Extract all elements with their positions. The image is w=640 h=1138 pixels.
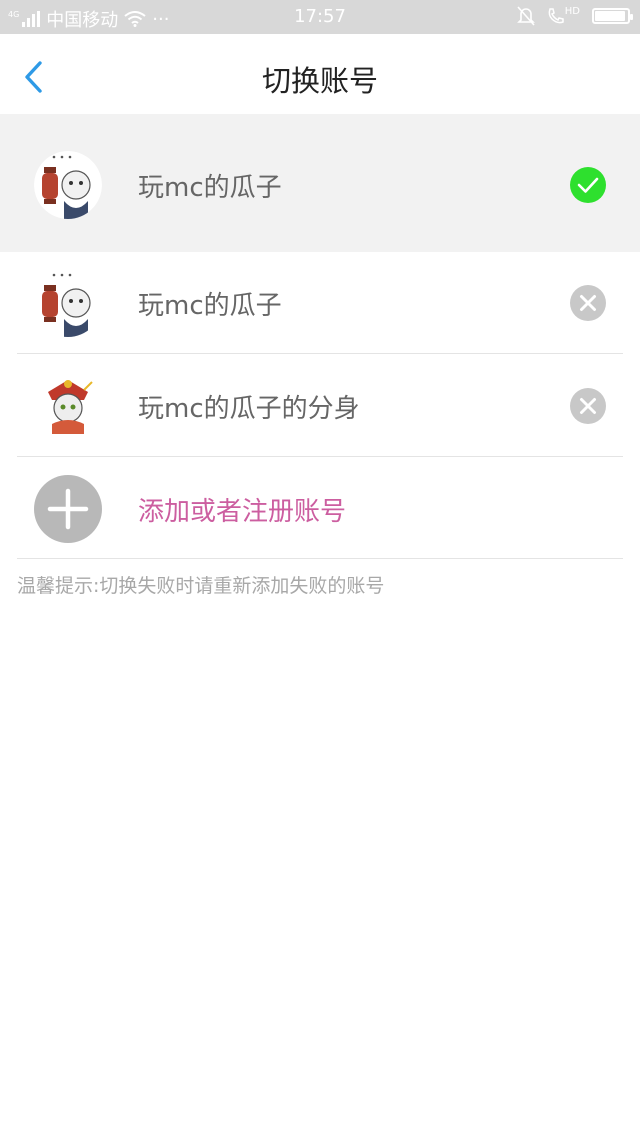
account-name: 玩mc的瓜子 [138, 291, 282, 321]
mute-bell-icon [516, 6, 535, 26]
add-account-label[interactable]: 添加或者注册账号 [138, 491, 346, 528]
status-bar: 4G 中国移动 ··· 17:57 HD [0, 0, 640, 34]
account-row[interactable]: 玩mc的瓜子 [0, 252, 640, 354]
battery-icon [592, 8, 633, 24]
account-row[interactable]: 玩mc的瓜子的分身 [0, 355, 640, 457]
avatar [34, 269, 102, 337]
remove-circle-icon[interactable] [570, 388, 606, 424]
phone-hd-icon [548, 8, 564, 24]
avatar [34, 372, 102, 440]
add-account-button[interactable] [34, 475, 102, 543]
account-name: 玩mc的瓜子的分身 [138, 394, 360, 424]
divider [17, 353, 623, 354]
plus-icon [47, 488, 89, 530]
tip-text: 温馨提示:切换失败时请重新添加失败的账号 [17, 575, 385, 597]
divider [17, 558, 623, 559]
header: 切换账号 [0, 34, 640, 114]
hd-label: HD [564, 6, 580, 17]
avatar [34, 151, 102, 219]
account-name: 玩mc的瓜子 [138, 173, 282, 203]
add-account-row[interactable]: 添加或者注册账号 [0, 458, 640, 560]
remove-circle-icon[interactable] [570, 285, 606, 321]
check-circle-icon [570, 167, 606, 203]
page-title: 切换账号 [261, 64, 378, 98]
current-account-row[interactable]: 玩mc的瓜子 [0, 134, 640, 236]
divider [17, 456, 623, 457]
